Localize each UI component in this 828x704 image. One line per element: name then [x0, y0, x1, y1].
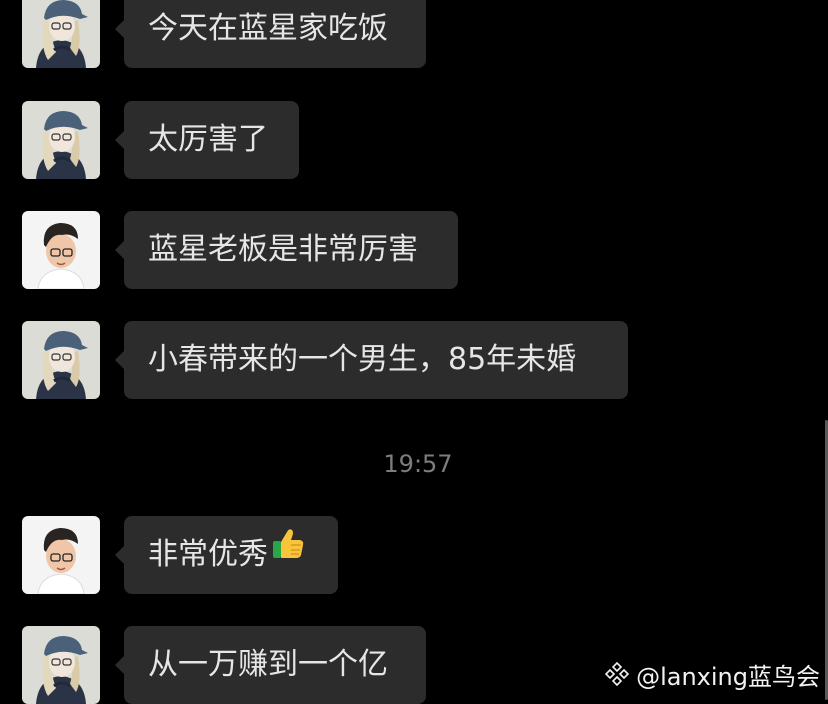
- thumbs-up-icon: [270, 514, 306, 592]
- girl-avatar[interactable]: [22, 101, 100, 179]
- girl-avatar[interactable]: [22, 321, 100, 399]
- diamond-logo-icon: [604, 661, 630, 687]
- watermark-text: @lanxing蓝鸟会: [636, 662, 820, 691]
- boy-avatar[interactable]: [22, 516, 100, 594]
- watermark: @lanxing蓝鸟会: [604, 658, 820, 691]
- girl-avatar-icon: [22, 101, 100, 179]
- message-text: 非常优秀: [148, 537, 268, 572]
- girl-avatar[interactable]: [22, 626, 100, 704]
- timestamp: 19:57: [383, 450, 453, 478]
- girl-avatar-icon: [22, 0, 100, 68]
- boy-avatar[interactable]: [22, 211, 100, 289]
- message-bubble[interactable]: 今天在蓝星家吃饭: [115, 0, 426, 68]
- message-bubble[interactable]: 太厉害了: [115, 101, 299, 179]
- message-bubble[interactable]: 从一万赚到一个亿: [115, 626, 426, 704]
- girl-avatar-icon: [22, 626, 100, 704]
- message-bubble[interactable]: 非常优秀: [115, 514, 338, 594]
- boy-avatar-icon: [22, 211, 100, 289]
- girl-avatar-icon: [22, 321, 100, 399]
- girl-avatar[interactable]: [22, 0, 100, 68]
- chat-area[interactable]: 今天在蓝星家吃饭 太厉害了 蓝星老板是非常厉害 小春带来的一个男生，85年未婚 …: [0, 0, 828, 704]
- message-bubble[interactable]: 小春带来的一个男生，85年未婚: [115, 321, 628, 399]
- boy-avatar-icon: [22, 516, 100, 594]
- message-bubble[interactable]: 蓝星老板是非常厉害: [115, 211, 458, 289]
